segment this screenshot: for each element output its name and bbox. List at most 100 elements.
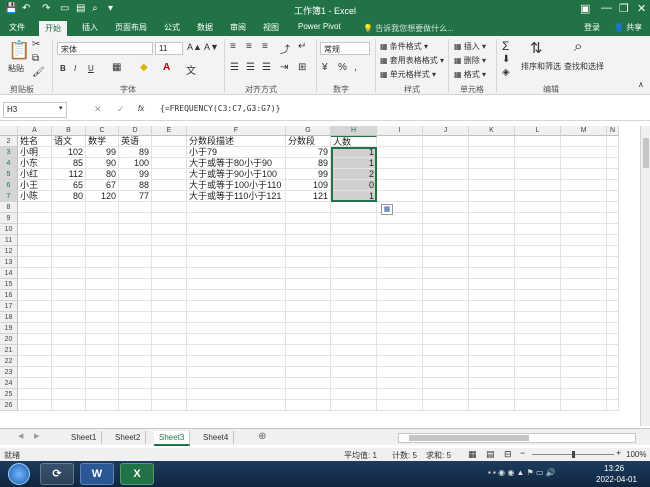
cell-a3[interactable]: 小明 bbox=[18, 147, 52, 158]
cell[interactable] bbox=[377, 301, 423, 312]
tray-icons[interactable]: ▪ ▪ ◉ ◉ ▲ ⚑ ▭ 🔊 bbox=[488, 468, 556, 477]
cell-f7[interactable]: 大于或等于110小于121 bbox=[187, 191, 286, 202]
cell[interactable] bbox=[377, 235, 423, 246]
cell[interactable] bbox=[52, 334, 86, 345]
cell[interactable] bbox=[469, 345, 515, 356]
cell[interactable] bbox=[423, 202, 469, 213]
cell[interactable] bbox=[331, 224, 377, 235]
cell-c3[interactable]: 99 bbox=[86, 147, 119, 158]
cell[interactable] bbox=[515, 345, 561, 356]
autosum-icon[interactable]: Σ bbox=[502, 39, 509, 53]
merge-cells-icon[interactable]: ⊞ bbox=[298, 62, 306, 73]
cell[interactable] bbox=[286, 290, 331, 301]
cell[interactable] bbox=[607, 213, 619, 224]
cell[interactable] bbox=[187, 246, 286, 257]
cell[interactable] bbox=[119, 400, 152, 411]
cell[interactable] bbox=[187, 400, 286, 411]
comma-icon[interactable]: , bbox=[354, 62, 357, 73]
fill-color-icon[interactable]: ◆ bbox=[140, 62, 148, 73]
cell[interactable] bbox=[152, 312, 187, 323]
cell[interactable] bbox=[515, 323, 561, 334]
find-select-button[interactable]: 查找和选择 bbox=[564, 61, 604, 72]
taskbar-excel-icon[interactable]: X bbox=[120, 463, 154, 485]
cell[interactable] bbox=[18, 378, 52, 389]
cell[interactable] bbox=[187, 290, 286, 301]
cell[interactable] bbox=[561, 213, 607, 224]
column-header-k[interactable]: K bbox=[469, 126, 515, 136]
underline-button[interactable]: U bbox=[88, 64, 94, 73]
cell[interactable] bbox=[86, 389, 119, 400]
tab-home[interactable]: 开始 bbox=[39, 21, 67, 36]
cell[interactable] bbox=[607, 235, 619, 246]
cell[interactable] bbox=[52, 345, 86, 356]
cell[interactable] bbox=[331, 246, 377, 257]
cell[interactable] bbox=[152, 301, 187, 312]
cell[interactable] bbox=[515, 312, 561, 323]
cell[interactable] bbox=[377, 158, 423, 169]
column-header-d[interactable]: D bbox=[119, 126, 152, 136]
cell[interactable] bbox=[187, 279, 286, 290]
cell[interactable] bbox=[561, 136, 607, 147]
cell[interactable] bbox=[423, 400, 469, 411]
cell[interactable] bbox=[561, 257, 607, 268]
cell[interactable] bbox=[331, 257, 377, 268]
column-header-i[interactable]: I bbox=[377, 126, 423, 136]
align-top-icon[interactable]: ≡ bbox=[230, 41, 236, 52]
cell[interactable] bbox=[52, 378, 86, 389]
cell[interactable] bbox=[515, 224, 561, 235]
row-header-15[interactable]: 15 bbox=[0, 279, 18, 290]
ribbon-display-icon[interactable]: ▣ bbox=[580, 2, 590, 15]
row-header-17[interactable]: 17 bbox=[0, 301, 18, 312]
cell[interactable] bbox=[119, 323, 152, 334]
currency-icon[interactable]: ¥ bbox=[322, 62, 328, 73]
cell[interactable] bbox=[52, 389, 86, 400]
tab-insert[interactable]: 插入 bbox=[82, 22, 98, 33]
cell[interactable] bbox=[152, 246, 187, 257]
quick-analysis-icon[interactable]: ▦ bbox=[381, 204, 393, 215]
cell[interactable] bbox=[607, 367, 619, 378]
cell[interactable] bbox=[187, 378, 286, 389]
cell[interactable] bbox=[52, 312, 86, 323]
cell[interactable] bbox=[152, 400, 187, 411]
zoom-slider-thumb[interactable] bbox=[572, 451, 575, 458]
spreadsheet-grid[interactable]: ABCDEFGHIJKLMN 2 姓名 语文 数学 英语 分数段描述 分数段 人数 3 小明 102… bbox=[0, 126, 638, 426]
row-header-24[interactable]: 24 bbox=[0, 378, 18, 389]
cell[interactable] bbox=[86, 356, 119, 367]
column-header-m[interactable]: M bbox=[561, 126, 607, 136]
cell[interactable] bbox=[423, 224, 469, 235]
cell[interactable] bbox=[119, 356, 152, 367]
align-bottom-icon[interactable]: ≡ bbox=[262, 41, 268, 52]
cell[interactable] bbox=[86, 323, 119, 334]
cell[interactable] bbox=[515, 290, 561, 301]
cell[interactable] bbox=[52, 400, 86, 411]
cell-h2[interactable]: 人数 bbox=[331, 136, 377, 147]
sort-filter-button[interactable]: 排序和筛选 bbox=[521, 61, 561, 72]
cell[interactable] bbox=[607, 147, 619, 158]
cell[interactable] bbox=[18, 213, 52, 224]
cell[interactable] bbox=[469, 400, 515, 411]
cell[interactable] bbox=[469, 323, 515, 334]
tell-me-search[interactable]: 💡 告诉我您想要做什么... bbox=[363, 23, 454, 34]
cell[interactable] bbox=[86, 345, 119, 356]
cell[interactable] bbox=[561, 268, 607, 279]
cell[interactable] bbox=[152, 356, 187, 367]
cell[interactable] bbox=[86, 312, 119, 323]
cell[interactable] bbox=[331, 389, 377, 400]
cell[interactable] bbox=[469, 367, 515, 378]
cell[interactable] bbox=[607, 290, 619, 301]
cell[interactable] bbox=[18, 279, 52, 290]
cell[interactable] bbox=[377, 312, 423, 323]
cell[interactable] bbox=[52, 290, 86, 301]
cell[interactable] bbox=[119, 301, 152, 312]
row-header-25[interactable]: 25 bbox=[0, 389, 18, 400]
cell[interactable] bbox=[515, 378, 561, 389]
cell-c6[interactable]: 67 bbox=[86, 180, 119, 191]
cell[interactable] bbox=[377, 378, 423, 389]
cell[interactable] bbox=[286, 202, 331, 213]
vertical-scrollbar[interactable] bbox=[640, 126, 650, 426]
font-color-icon[interactable]: A bbox=[163, 62, 170, 73]
cell[interactable] bbox=[18, 268, 52, 279]
cell[interactable] bbox=[52, 367, 86, 378]
cell[interactable] bbox=[119, 345, 152, 356]
cell[interactable] bbox=[469, 147, 515, 158]
